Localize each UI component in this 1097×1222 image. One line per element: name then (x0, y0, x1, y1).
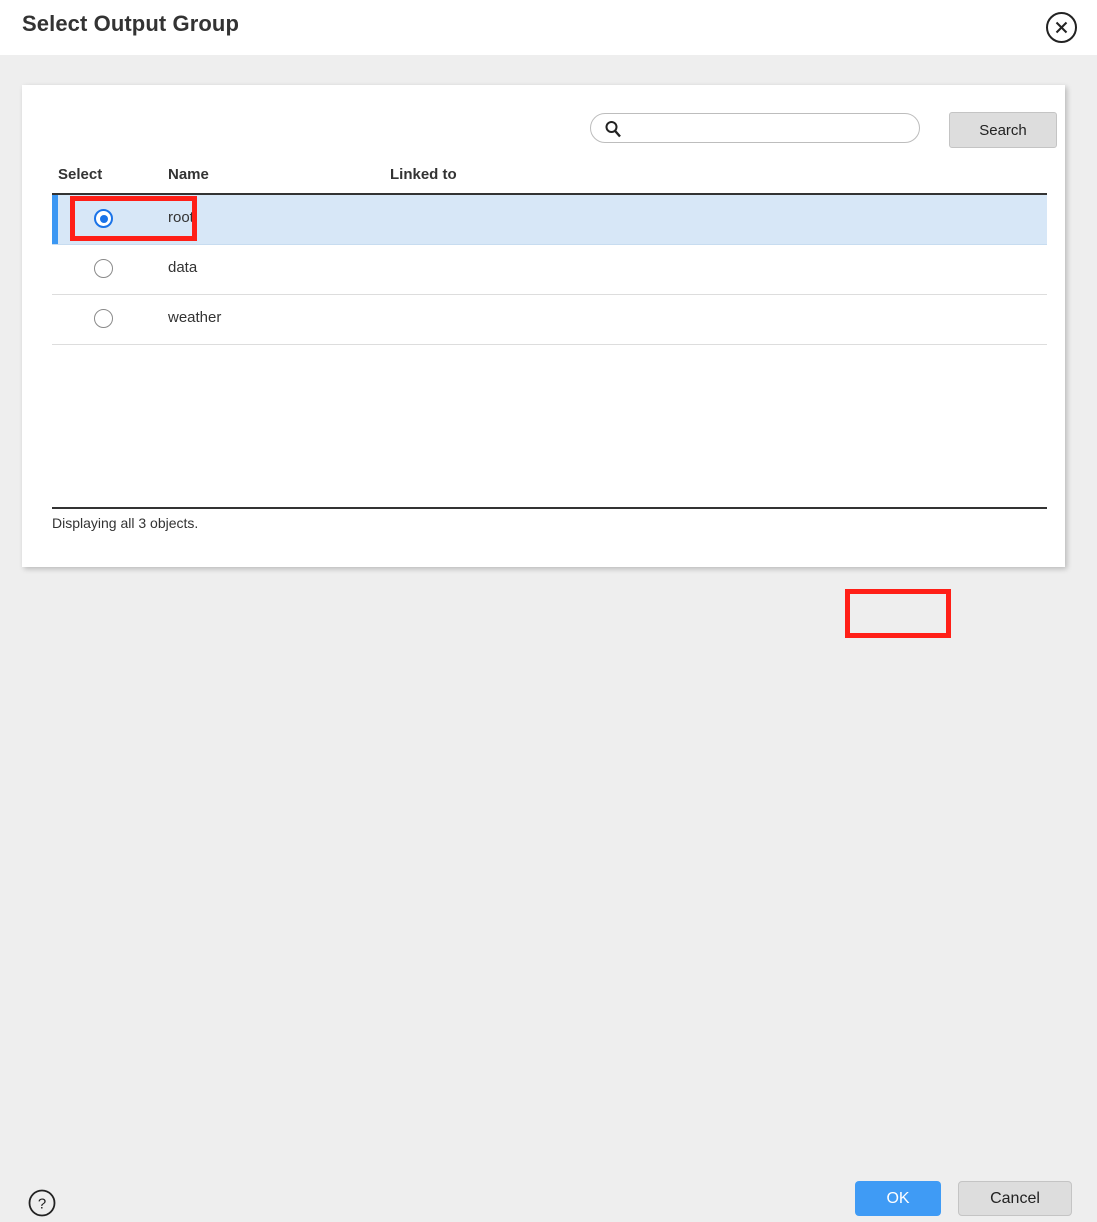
close-button[interactable] (1046, 12, 1077, 43)
row-name-weather: weather (168, 309, 222, 326)
row-name-root: root (168, 209, 194, 226)
objects-table: Select Name Linked to root data weather (52, 162, 1047, 345)
page-title: Select Output Group (22, 11, 240, 36)
row-radio-weather[interactable] (94, 309, 113, 328)
row-name-data: data (168, 259, 198, 276)
search-row: Search (590, 112, 1057, 152)
dialog-titlebar: Select Output Group (0, 0, 1097, 55)
column-header-select: Select (58, 166, 103, 183)
dialog-footer: ? OK Cancel (0, 585, 1097, 1217)
column-header-name: Name (168, 166, 209, 183)
table-bottom-divider (52, 507, 1047, 509)
table-row[interactable]: data (52, 245, 1047, 295)
table-row[interactable]: root (52, 195, 1047, 245)
close-icon (1048, 14, 1075, 41)
search-button[interactable]: Search (949, 112, 1057, 148)
help-circle-icon[interactable]: ? (28, 1189, 56, 1217)
column-header-linked-to: Linked to (390, 166, 457, 183)
search-icon (603, 119, 623, 139)
table-header-row: Select Name Linked to (52, 162, 1047, 195)
row-selected-accent (52, 195, 58, 244)
svg-text:?: ? (38, 1196, 46, 1213)
row-radio-root[interactable] (94, 209, 113, 228)
dialog-body: Search Select Name Linked to root data w… (0, 55, 1097, 585)
search-input[interactable] (629, 118, 909, 139)
cancel-button[interactable]: Cancel (958, 1181, 1072, 1216)
ok-button[interactable]: OK (855, 1181, 941, 1216)
row-radio-data[interactable] (94, 259, 113, 278)
search-field[interactable] (590, 113, 920, 143)
content-panel: Search Select Name Linked to root data w… (22, 85, 1065, 567)
status-text: Displaying all 3 objects. (52, 515, 199, 531)
table-row[interactable]: weather (52, 295, 1047, 345)
